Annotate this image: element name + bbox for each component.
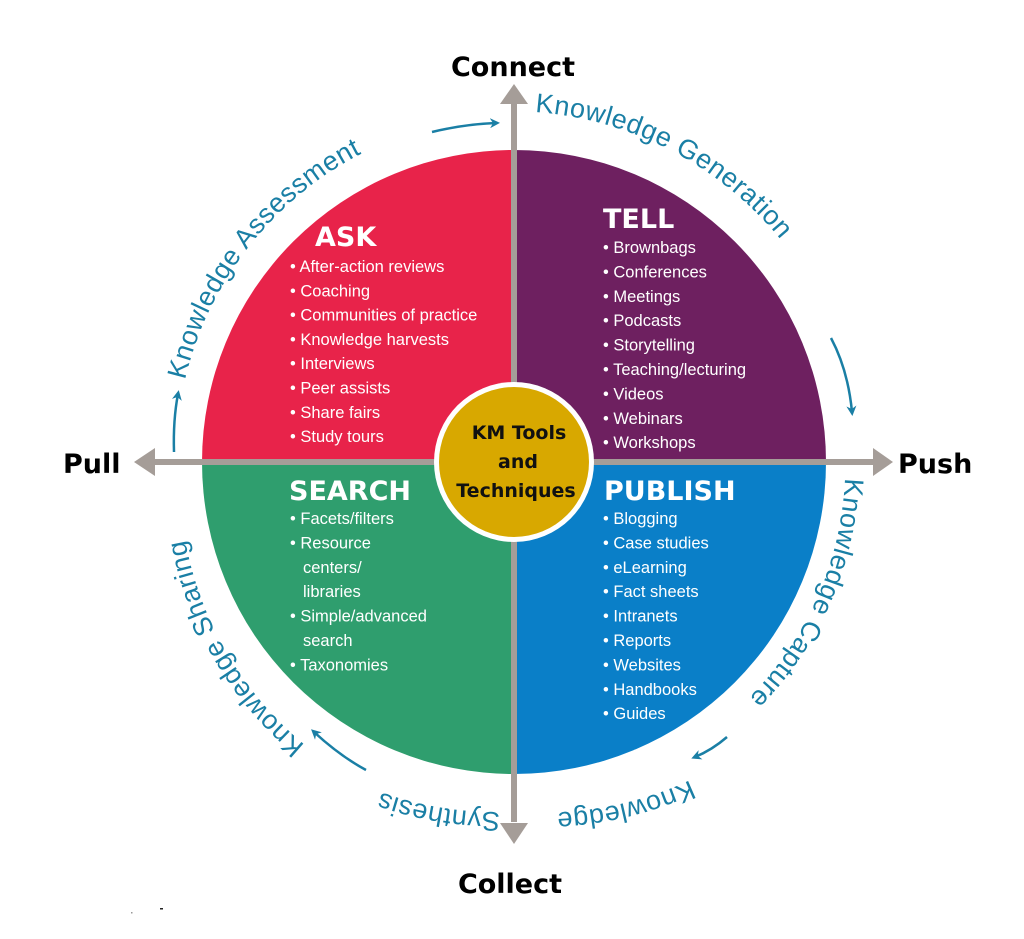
arrow-assessment-to-generation-icon <box>431 118 500 134</box>
ask-list-item: • Peer assists <box>290 380 390 398</box>
speck-mark-2 <box>131 912 133 914</box>
search-list-item: • Facets/filters <box>290 510 394 528</box>
tell-title: TELL <box>603 204 674 235</box>
arrow-synthesis-to-sharing-icon <box>311 729 367 772</box>
tell-list-item: • Podcasts <box>603 312 681 330</box>
axis-label-pull: Pull <box>63 449 121 480</box>
ask-list-item: • Interviews <box>290 355 375 373</box>
publish-list-item: • Fact sheets <box>603 583 699 601</box>
tell-list-item: • Meetings <box>603 288 680 306</box>
tell-list-item: • Teaching/lecturing <box>603 361 746 379</box>
search-list-item: centers/ <box>303 559 362 577</box>
axis-label-push: Push <box>898 449 972 480</box>
ask-list-item: • Share fairs <box>290 404 380 422</box>
arrow-capture-to-synthesis-icon <box>691 736 728 760</box>
publish-list-item: • Reports <box>603 632 671 650</box>
cycle-label-synthesis-part2-path: Synthesis <box>373 786 500 836</box>
km-diagram: KM Tools and Techniques Connect Collect … <box>63 52 972 914</box>
tell-list-item: • Storytelling <box>603 337 695 355</box>
ask-list-item: • Knowledge harvests <box>290 331 449 349</box>
tell-list-item: • Brownbags <box>603 239 696 257</box>
axis-arrow-left <box>134 448 155 476</box>
speck-mark <box>160 908 163 910</box>
publish-list-item: • Intranets <box>603 608 678 626</box>
axis-arrow-down <box>500 823 528 844</box>
cycle-label-synthesis: Synthesis <box>373 786 500 836</box>
publish-list-item: • eLearning <box>603 559 687 577</box>
arrow-sharing-to-assessment-icon <box>171 390 182 453</box>
cycle-label-synthesis-part1-path: Knowledge <box>556 775 699 837</box>
search-list-item: search <box>303 632 353 650</box>
arrow-generation-to-capture-icon <box>829 337 857 416</box>
ask-list-item: • Study tours <box>290 428 384 446</box>
publish-list-item: • Handbooks <box>603 681 697 699</box>
axis-label-collect: Collect <box>458 869 562 900</box>
ask-title: ASK <box>315 222 377 253</box>
ask-list-item: • Communities of practice <box>290 307 477 325</box>
search-list-item: • Simple/advanced <box>290 608 427 626</box>
publish-list-item: • Blogging <box>603 510 678 528</box>
search-title: SEARCH <box>289 476 411 507</box>
search-list-item: • Resource <box>290 534 371 552</box>
axis-arrow-right <box>873 448 893 476</box>
ask-list-item: • After-action reviews <box>290 258 444 276</box>
center-label-line1: KM Tools <box>472 422 567 444</box>
publish-list-item: • Guides <box>603 705 666 723</box>
publish-list-item: • Websites <box>603 656 681 674</box>
tell-list-item: • Conferences <box>603 263 707 281</box>
center-label-line3: Techniques <box>456 480 575 502</box>
center-hub: KM Tools and Techniques <box>434 382 594 542</box>
publish-title: PUBLISH <box>604 476 736 507</box>
tell-list-item: • Videos <box>603 385 664 403</box>
cycle-label-synthesis-knowledge: Knowledge <box>556 775 699 837</box>
search-list-item: libraries <box>303 583 361 601</box>
search-list-item: • Taxonomies <box>290 656 388 674</box>
tell-list-item: • Webinars <box>603 410 683 428</box>
publish-list-item: • Case studies <box>603 534 709 552</box>
axis-label-connect: Connect <box>451 52 575 83</box>
ask-list-item: • Coaching <box>290 282 370 300</box>
axis-arrow-up <box>500 84 528 104</box>
center-label-line2: and <box>498 451 538 473</box>
tell-list-item: • Workshops <box>603 434 696 452</box>
